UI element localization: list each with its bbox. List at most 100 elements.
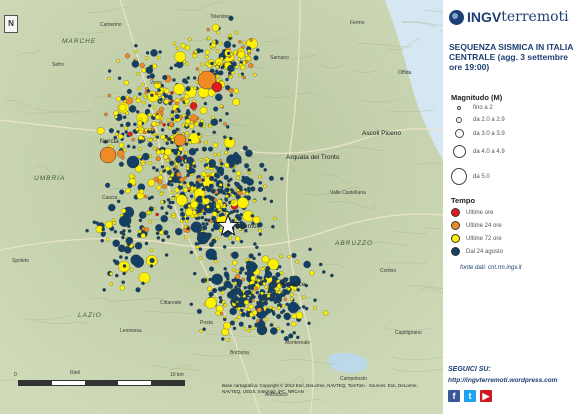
earthquake-dot: [199, 106, 208, 115]
earthquake-dot: [213, 259, 218, 264]
earthquake-dot: [235, 209, 239, 213]
earthquake-dot: [122, 264, 127, 268]
earthquake-dot: [169, 66, 173, 70]
earthquake-dot: [307, 321, 311, 325]
earthquake-dot: [232, 296, 237, 300]
earthquake-dot: [280, 176, 284, 181]
earthquake-dot: [127, 131, 133, 137]
earthquake-dot: [291, 321, 297, 327]
earthquake-dot: [291, 252, 297, 259]
earthquake-dot: [119, 255, 123, 259]
earthquake-dot: [261, 255, 270, 264]
earthquake-dot: [184, 123, 189, 127]
earthquake-dot: [260, 291, 264, 296]
earthquake-dot: [141, 281, 145, 286]
earthquake-dot: [129, 173, 135, 179]
earthquake-dot: [265, 266, 271, 272]
place-tolentino: Tolentino: [210, 14, 231, 20]
earthquake-dot: [138, 135, 144, 141]
earthquake-dot: [129, 267, 134, 272]
earthquake-dot: [188, 147, 197, 156]
earthquake-dot: [186, 173, 190, 178]
earthquake-dot: [208, 159, 216, 167]
earthquake-dot: [277, 290, 282, 295]
earthquake-dot: [172, 167, 177, 171]
place-leonessa: Leonessa: [120, 328, 142, 334]
earthquake-dot: [210, 118, 219, 126]
earthquake-dot: [185, 118, 191, 124]
earthquake-dot: [213, 106, 219, 112]
earthquake-dot: [185, 166, 190, 171]
earthquake-dot: [180, 162, 184, 167]
earthquake-dot: [175, 229, 179, 233]
earthquake-dot: [223, 321, 231, 330]
data-source-link[interactable]: fonte dati: cnt.rm.ingv.it: [460, 265, 522, 271]
earthquake-dot: [180, 207, 184, 212]
earthquake-dot: [170, 183, 174, 187]
earthquake-dot: [248, 299, 253, 304]
place-norcia: Norcia: [100, 138, 119, 145]
earthquake-dot: [122, 271, 126, 276]
earthquake-dot: [192, 183, 197, 187]
earthquake-dot: [201, 146, 207, 152]
youtube-icon[interactable]: ▶: [480, 390, 492, 402]
earthquake-dot: [235, 236, 241, 242]
earthquake-dot: [124, 53, 131, 59]
earthquake-dot: [229, 210, 234, 214]
earthquake-dot: [119, 230, 124, 235]
earthquake-dot: [128, 105, 137, 113]
earthquake-dot: [255, 290, 260, 295]
earthquake-dot: [268, 175, 274, 181]
ingv-logo[interactable]: INGV terremoti: [449, 9, 569, 25]
earthquake-dot: [171, 129, 177, 135]
earthquake-dot: [127, 242, 131, 247]
magnitude-class-4: da 4.0 a 4.9: [451, 145, 505, 158]
earthquake-dot: [231, 268, 236, 272]
earthquake-dot: [101, 227, 106, 232]
place-ascoli: Ascoli Piceno: [362, 130, 402, 137]
earthquake-dot: [163, 138, 168, 142]
earthquake-dot: [186, 109, 190, 113]
earthquake-dot: [125, 111, 129, 116]
earthquake-dot: [184, 80, 189, 85]
earthquake-dot: [269, 323, 274, 327]
earthquake-dot: [212, 130, 216, 135]
earthquake-dot: [119, 285, 125, 291]
earthquake-dot: [291, 313, 297, 319]
earthquake-dot: [221, 328, 229, 336]
earthquake-dot-large: [256, 324, 268, 336]
earthquake-dot: [211, 273, 223, 285]
place-campotosto: Campotosto: [340, 376, 367, 382]
earthquake-dot: [222, 245, 227, 249]
region-label-abruzzo: ABRUZZO: [335, 240, 374, 247]
earthquake-dot: [185, 131, 189, 135]
earthquake-dot: [204, 49, 211, 55]
earthquake-dot: [109, 282, 114, 286]
earthquake-dot: [206, 36, 211, 41]
earthquake-dot: [170, 91, 174, 95]
earthquake-dot: [212, 39, 216, 44]
earthquake-dot: [234, 318, 239, 322]
facebook-icon[interactable]: f: [448, 390, 460, 402]
earthquake-dot: [134, 242, 143, 250]
seismic-map[interactable]: N MARCHE UMBRIA ABRUZZO LAZIO Norcia Arq…: [0, 0, 478, 415]
earthquake-dot: [192, 164, 197, 168]
scale-label-start: 0: [14, 372, 17, 378]
earthquake-dot: [224, 187, 230, 193]
earthquake-dot-large: [196, 231, 210, 245]
earthquake-dot: [216, 30, 220, 35]
earthquake-dot: [212, 211, 218, 217]
twitter-icon[interactable]: t: [464, 390, 476, 402]
earthquake-dot: [155, 122, 160, 127]
earthquake-dot: [195, 245, 200, 249]
earthquake-dot: [187, 186, 191, 191]
earthquake-dot: [287, 254, 291, 259]
earthquake-dot: [250, 186, 256, 192]
earthquake-dot: [249, 38, 253, 42]
scale-bar: [18, 380, 185, 386]
earthquake-dot: [120, 95, 126, 101]
blog-link[interactable]: http://ingvterremoti.wordpress.com: [448, 377, 557, 384]
earthquake-dot: [142, 152, 150, 161]
earthquake-dot: [225, 194, 229, 198]
earthquake-dot: [237, 315, 241, 319]
